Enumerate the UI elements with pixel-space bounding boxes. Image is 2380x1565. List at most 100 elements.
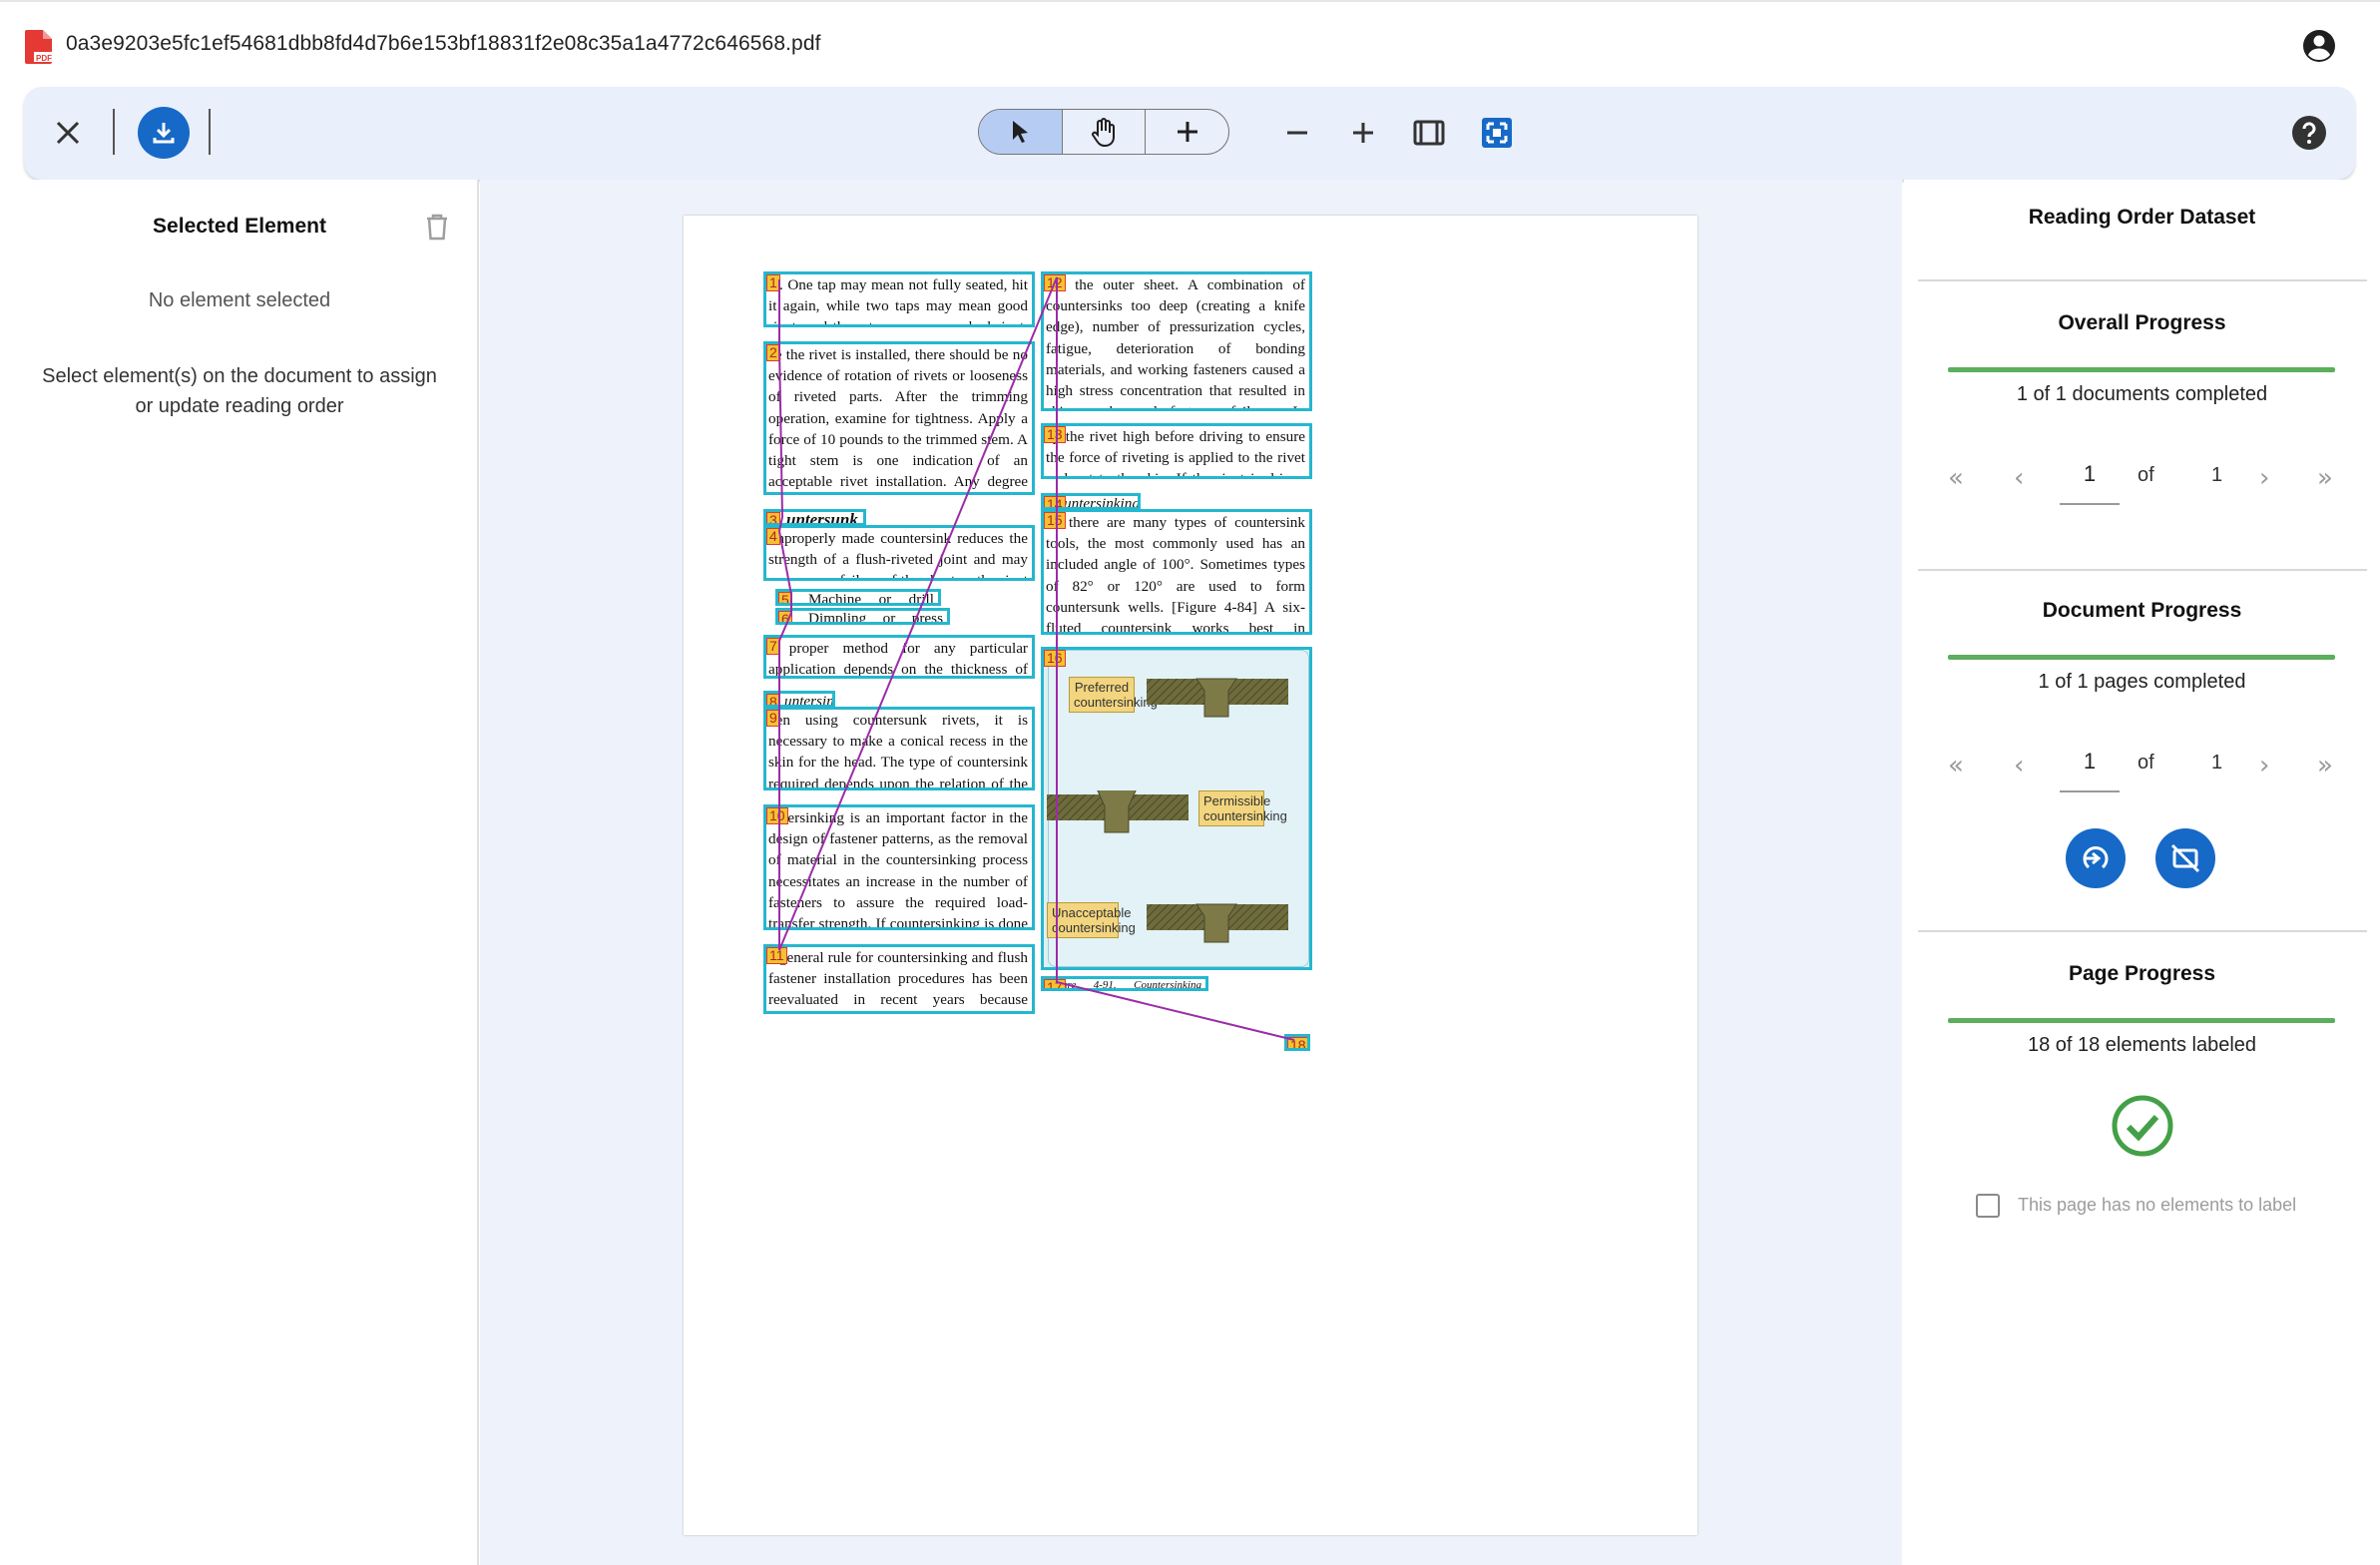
element-text: Dimpling or press countersinking (808, 610, 943, 625)
toolbar (24, 87, 2355, 180)
account-icon[interactable] (2301, 28, 2337, 64)
divider (1918, 569, 2367, 571)
layout-element[interactable]: 13 ep the rivet high before driving to e… (1041, 423, 1312, 479)
order-badge: 13 (1044, 426, 1066, 443)
overall-progress-bar (1948, 367, 2335, 372)
page-progress-title: Page Progress (2068, 962, 2216, 985)
close-icon (56, 121, 80, 145)
progress-panel: Reading Order Dataset Overall Progress 1… (1904, 180, 2380, 1565)
overall-progress-text: 1 of 1 documents completed (2016, 383, 2268, 405)
layout-element[interactable]: 15 ile there are many types of countersi… (1041, 509, 1312, 635)
element-text: untersunk Rivets (786, 510, 858, 526)
element-text: e general rule for countersinking and fl… (768, 949, 1028, 1009)
element-text: hen using countersunk rivets, it is nece… (768, 712, 1028, 790)
help-button[interactable] (2289, 113, 2329, 153)
page-input[interactable]: 1 (2060, 461, 2120, 505)
layout-element[interactable]: 11 e general rule for countersinking and… (763, 944, 1035, 1014)
prev-page-icon[interactable]: ‹ (2014, 751, 2024, 781)
document-progress-title: Document Progress (2042, 599, 2242, 622)
fit-width-icon (1482, 118, 1512, 148)
layout-element[interactable]: 4 improperly made countersink reduces th… (763, 525, 1035, 581)
pan-mode-button[interactable] (1063, 110, 1147, 154)
zoom-out-button[interactable] (1277, 113, 1317, 153)
order-badge: 1 (766, 274, 780, 291)
last-page-icon[interactable]: » (2317, 751, 2333, 781)
pdf-file-icon: PDF (25, 30, 54, 64)
hand-pan-icon (1092, 118, 1115, 147)
layout-element[interactable]: 6 Dimpling or press countersinking (775, 608, 950, 625)
first-page-icon[interactable]: « (1948, 463, 1964, 493)
no-selection-text: No element selected (148, 289, 331, 311)
figure-image: Preferred countersinking Permissible cou… (1047, 650, 1309, 967)
element-text: Machine or drill countersinking (808, 591, 934, 606)
clear-order-icon (2170, 843, 2200, 873)
interaction-mode-group (978, 109, 1229, 155)
next-page-icon[interactable]: › (2259, 463, 2269, 493)
order-badge: 16 (1044, 650, 1066, 667)
add-element-button[interactable] (1146, 110, 1228, 154)
order-badge: 9 (766, 710, 780, 727)
auto-order-icon (2083, 846, 2109, 869)
first-page-icon[interactable]: « (1948, 751, 1964, 781)
trash-icon[interactable] (423, 212, 451, 242)
figure-label-preferred: Preferred countersinking (1069, 677, 1158, 713)
fit-width-button[interactable] (1475, 111, 1519, 155)
close-button[interactable] (48, 113, 88, 153)
last-page-icon[interactable]: » (2317, 463, 2333, 493)
order-badge: 2 (766, 344, 780, 361)
zoom-out-icon (1287, 131, 1307, 135)
divider (1918, 279, 2367, 281)
of-label: of (2138, 464, 2154, 486)
next-page-icon[interactable]: › (2259, 751, 2269, 781)
rivet-illustration (1147, 903, 1288, 943)
order-badge: 15 (1044, 512, 1066, 529)
order-badge: 11 (766, 947, 787, 964)
zoom-in-button[interactable] (1343, 113, 1383, 153)
zoom-in-icon (1353, 123, 1373, 143)
prev-page-icon[interactable]: ‹ (2014, 463, 2024, 493)
element-text: ile there are many types of countersink … (1046, 514, 1305, 635)
layout-element[interactable]: 2 ce the rivet is installed, there shoul… (763, 341, 1035, 495)
check-circle-icon (2112, 1095, 2173, 1157)
layout-element[interactable]: 9 hen using countersunk rivets, it is ne… (763, 707, 1035, 790)
total-count: 1 (2211, 464, 2223, 486)
download-button[interactable] (138, 107, 190, 159)
layout-element[interactable]: 7 e proper method for any particular app… (763, 635, 1035, 679)
element-text: e proper method for any particular appli… (768, 640, 1028, 679)
figure-element[interactable]: 16 Preferred countersinking Permissible … (1041, 647, 1312, 970)
layout-element[interactable]: 10 untersinking is an important factor i… (763, 804, 1035, 930)
selection-instructions: Select element(s) on the document to ass… (42, 365, 437, 417)
no-elements-label: This page has no elements to label (2018, 1195, 2297, 1215)
toolbar-divider (113, 109, 115, 155)
layout-element[interactable]: 8 untersinking (763, 691, 835, 708)
layout-element[interactable]: 5 Machine or drill countersinking (775, 589, 941, 606)
add-icon (1177, 122, 1197, 142)
overall-progress-title: Overall Progress (2058, 311, 2226, 334)
fit-page-icon (1413, 120, 1445, 146)
overall-pager: « ‹ 1 of 1 › » (1948, 455, 2347, 505)
element-text: ure 4-91. Countersinking dimensions. (1062, 979, 1201, 991)
layout-element[interactable]: 1 le. One tap may mean not fully seated,… (763, 271, 1035, 327)
layout-element[interactable]: 12 hin the outer sheet. A combination of… (1041, 271, 1312, 411)
element-text: le. One tap may mean not fully seated, h… (768, 276, 1028, 327)
page-input[interactable]: 1 (2060, 749, 2120, 792)
page-progress-bar (1948, 1018, 2335, 1023)
order-badge: 4 (766, 528, 780, 545)
layout-element[interactable]: 18 1 (1284, 1034, 1310, 1051)
figure-label-unacceptable: Unacceptable countersinking (1047, 902, 1136, 938)
element-text: improperly made countersink reduces the … (768, 530, 1028, 581)
selected-element-title: Selected Element (153, 215, 326, 238)
layout-element[interactable]: 14 untersinking Tools (1041, 493, 1141, 510)
no-elements-checkbox[interactable] (1976, 1194, 2000, 1218)
auto-order-button[interactable] (2066, 828, 2126, 888)
select-mode-button[interactable] (979, 110, 1063, 154)
clear-order-button[interactable] (2155, 828, 2215, 888)
element-text: ep the rivet high before driving to ensu… (1046, 428, 1305, 479)
order-badge: 7 (766, 638, 780, 655)
page-progress-text: 18 of 18 elements labeled (2027, 1034, 2257, 1056)
fit-page-button[interactable] (1409, 113, 1449, 153)
pdf-page[interactable]: 1 le. One tap may mean not fully seated,… (684, 216, 1697, 1535)
layout-element[interactable]: 3 untersunk Rivets (763, 509, 866, 526)
element-text: hin the outer sheet. A combination of co… (1046, 276, 1305, 408)
layout-element[interactable]: 17 ure 4-91. Countersinking dimensions. (1041, 976, 1208, 991)
